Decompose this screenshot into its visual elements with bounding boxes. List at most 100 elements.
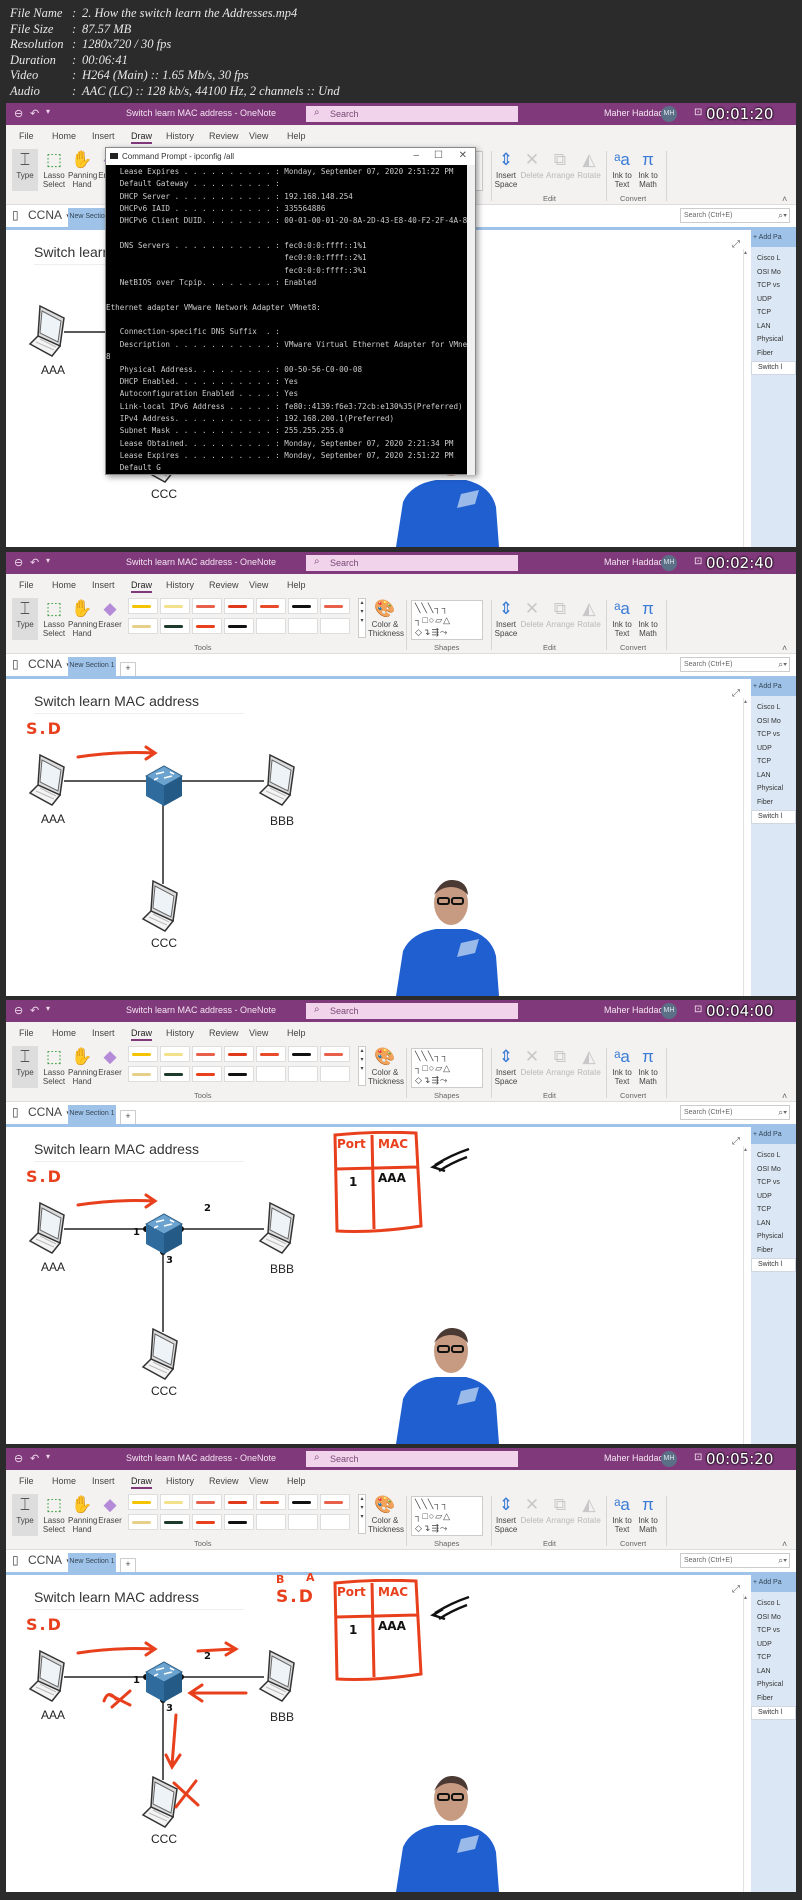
page-list-item[interactable]: TCP [751,307,796,321]
add-page-button[interactable]: + Add Pa [751,679,796,696]
page-list-item[interactable]: OSI Mo [751,1612,796,1626]
pen-swatch[interactable] [224,1046,254,1062]
user-name[interactable]: Maher Haddad [604,557,664,567]
page-list-item[interactable]: Fiber [751,797,796,811]
quick-access-dropdown-icon[interactable]: ▾ [46,107,50,116]
section-tab[interactable]: New Section 1 [68,1553,116,1572]
user-name[interactable]: Maher Haddad [604,108,664,118]
empty-pen-slot[interactable] [256,1514,286,1530]
avatar[interactable]: MH [661,555,677,571]
user-name[interactable]: Maher Haddad [604,1005,664,1015]
gallery-scroll[interactable]: ▴▾▾ [358,1046,366,1086]
scroll-up-icon[interactable]: ▴ [744,1594,750,1601]
type-button[interactable]: ⌶ Type [12,598,38,640]
shapes-gallery[interactable]: ╲╲╲┐┐┐□○▱△◇↴⇶⤳ [411,1496,483,1536]
empty-pen-slot[interactable] [288,618,318,634]
eraser-button[interactable]: ◆ Eraser [98,1046,122,1077]
pen-swatch[interactable] [320,1046,350,1062]
menu-tab-file[interactable]: File [19,131,34,141]
ink-to-text-button[interactable]: ᵃa Ink to Text [610,1046,634,1086]
back-icon[interactable]: ⊖ [14,1452,23,1465]
add-section-button[interactable]: + [120,662,136,676]
lasso-select-button[interactable]: ⬚ Lasso Select [42,1494,66,1534]
delete-button[interactable]: ✕ Delete [520,1046,544,1077]
minimize-button[interactable]: – [413,150,419,161]
page-search-input[interactable]: Search (Ctrl+E) ⌕▾ [680,208,790,223]
insert-space-button[interactable]: ⇕ Insert Space [494,1046,518,1086]
page-list-item[interactable]: UDP [751,1639,796,1653]
note-page-canvas[interactable]: Switch learn MAC address AAA BBB CCC S.D 2 1 3 P… [6,1127,741,1444]
menu-tab-home[interactable]: Home [52,1476,76,1486]
page-list-item[interactable]: TCP vs [751,729,796,743]
avatar[interactable]: MH [661,1451,677,1467]
pen-swatch[interactable] [192,618,222,634]
pen-swatch[interactable] [256,1046,286,1062]
page-list-item[interactable]: Fiber [751,1693,796,1707]
color-thickness-button[interactable]: 🎨 Color & Thickness [368,1494,404,1534]
ribbon-display-icon[interactable]: ⊡ [694,1004,702,1015]
pen-swatch[interactable] [128,1494,158,1510]
delete-button[interactable]: ✕ Delete [520,598,544,629]
lasso-select-button[interactable]: ⬚ Lasso Select [42,149,66,189]
page-list-item[interactable]: TCP vs [751,280,796,294]
rotate-button[interactable]: ◭ Rotate [576,1046,602,1077]
page-list-item[interactable]: Fiber [751,1245,796,1259]
gallery-scroll[interactable]: ▴▾▾ [358,1494,366,1534]
maximize-button[interactable]: ☐ [434,150,443,161]
pen-swatch[interactable] [160,1514,190,1530]
arrange-button[interactable]: ⧉ Arrange [546,149,574,180]
menu-tab-view[interactable]: View [249,131,268,141]
collapse-ribbon-icon[interactable]: ˄ [782,643,787,653]
pen-swatch[interactable] [128,1514,158,1530]
page-scrollbar[interactable]: ▴ [743,698,750,996]
page-search-input[interactable]: Search (Ctrl+E) ⌕▾ [680,657,790,672]
panning-hand-button[interactable]: ✋ Panning Hand [68,1046,97,1086]
menu-tab-review[interactable]: Review [209,131,239,141]
page-search-input[interactable]: Search (Ctrl+E) ⌕▾ [680,1553,790,1568]
pen-swatch[interactable] [288,598,318,614]
menu-tab-help[interactable]: Help [287,1028,306,1038]
ink-to-math-button[interactable]: π Ink to Math [636,1046,660,1086]
page-list-item[interactable]: Switch l [751,1258,796,1272]
menu-tab-help[interactable]: Help [287,131,306,141]
color-thickness-button[interactable]: 🎨 Color & Thickness [368,1046,404,1086]
collapse-ribbon-icon[interactable]: ˄ [782,1539,787,1549]
pen-swatch[interactable] [192,598,222,614]
page-list-item[interactable]: OSI Mo [751,1164,796,1178]
undo-icon[interactable]: ↶ [30,556,39,569]
cmd-scrollbar[interactable] [467,165,475,475]
gallery-scroll[interactable]: ▴▾▾ [358,598,366,638]
undo-icon[interactable]: ↶ [30,107,39,120]
undo-icon[interactable]: ↶ [30,1004,39,1017]
page-list-item[interactable]: LAN [751,1218,796,1232]
pen-swatch[interactable] [128,618,158,634]
empty-pen-slot[interactable] [288,1066,318,1082]
eraser-button[interactable]: ◆ Eraser [98,598,122,629]
ink-to-math-button[interactable]: π Ink to Math [636,149,660,189]
cmd-titlebar[interactable]: Command Prompt - ipconfig /all – ☐ ✕ [106,148,475,165]
pen-swatch[interactable] [224,618,254,634]
ribbon-display-icon[interactable]: ⊡ [694,556,702,567]
page-list-item[interactable]: UDP [751,294,796,308]
menu-tab-insert[interactable]: Insert [92,580,115,590]
pen-swatch[interactable] [320,598,350,614]
pen-swatch[interactable] [224,1514,254,1530]
menu-tab-draw[interactable]: Draw [131,131,153,144]
command-prompt-window[interactable]: Command Prompt - ipconfig /all – ☐ ✕ Lease … [105,147,476,475]
quick-access-dropdown-icon[interactable]: ▾ [46,1004,50,1013]
quick-access-dropdown-icon[interactable]: ▾ [46,556,50,565]
rotate-button[interactable]: ◭ Rotate [576,1494,602,1525]
notebook-selector[interactable]: CCNA ▼ [28,1553,73,1567]
page-list-item[interactable]: TCP [751,1652,796,1666]
page-scrollbar[interactable]: ▴ [743,1146,750,1444]
menu-tab-home[interactable]: Home [52,1028,76,1038]
search-box[interactable]: ⌕ Search [306,106,518,122]
pen-swatch[interactable] [128,1066,158,1082]
eraser-button[interactable]: ◆ Eraser [98,1494,122,1525]
ink-to-text-button[interactable]: ᵃa Ink to Text [610,149,634,189]
page-search-input[interactable]: Search (Ctrl+E) ⌕▾ [680,1105,790,1120]
menu-tab-draw[interactable]: Draw [131,580,153,593]
pen-swatch[interactable] [256,598,286,614]
page-list-item[interactable]: Switch l [751,361,796,375]
add-page-button[interactable]: + Add Pa [751,230,796,247]
